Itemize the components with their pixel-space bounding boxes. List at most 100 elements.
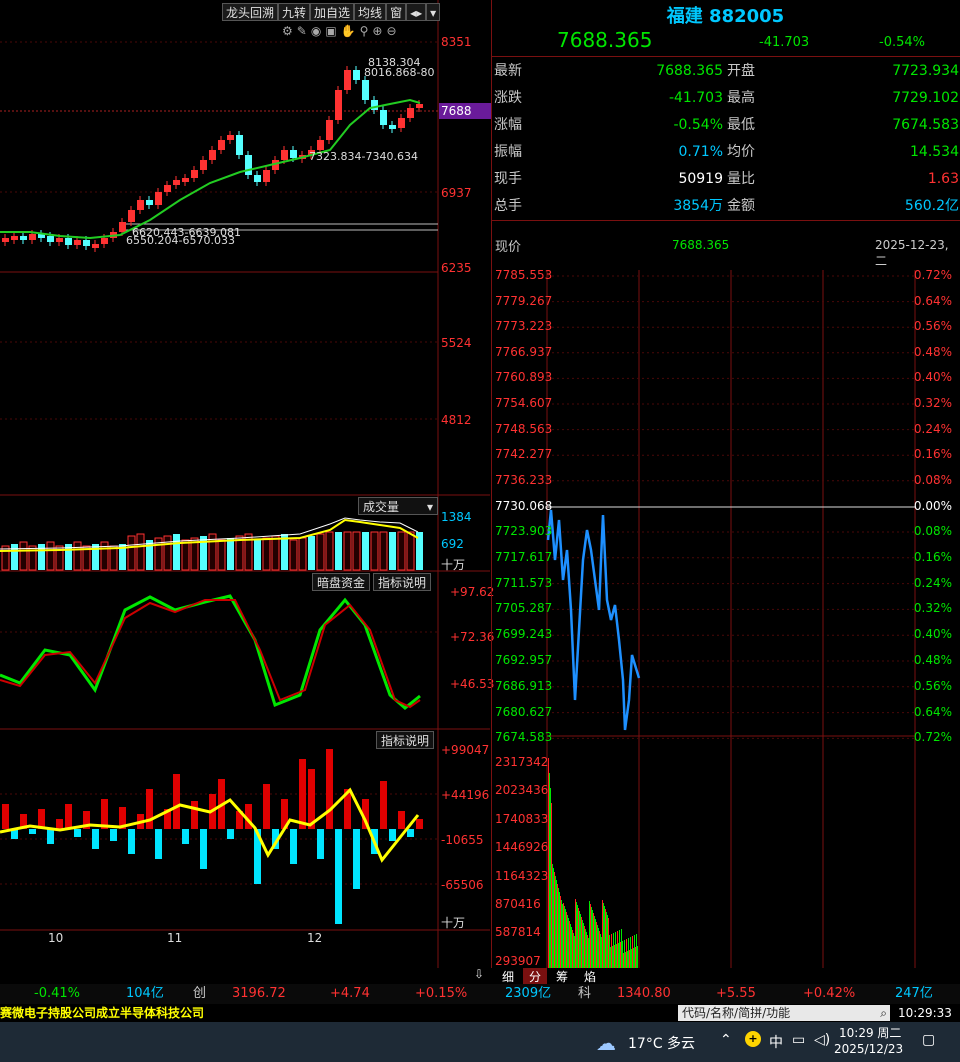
intraday-volume-bar [612, 946, 613, 968]
candle-body [227, 135, 234, 140]
search-input[interactable]: 代码/名称/简拼/功能 ⌕ [678, 1005, 890, 1021]
weather-text[interactable]: 17°C 多云 [628, 1033, 695, 1053]
pct-axis-label: 0.72% [913, 730, 952, 745]
indicator2-bar [128, 829, 135, 854]
indicator2-axis-label: +44196 [441, 788, 490, 802]
indicator2-bar [326, 749, 333, 829]
intraday-volume-bar [609, 935, 610, 968]
ime-indicator[interactable]: 中 [769, 1032, 783, 1052]
quote-value: 1.63 [927, 171, 959, 187]
draw-icon[interactable]: ✎ [297, 24, 311, 38]
intraday-volume-bar [576, 902, 577, 968]
chuang-amount: 2309亿 [505, 986, 552, 1001]
candle-body [263, 170, 270, 182]
toolbar-btn-longtou[interactable]: 龙头回溯 [222, 3, 279, 21]
chevron-up-icon[interactable]: ⌃ [720, 1032, 732, 1048]
volume-unit-label: 十万 [441, 558, 466, 572]
intraday-chart[interactable] [491, 260, 960, 968]
pct-axis-label: 0.32% [913, 601, 952, 616]
indicator2-bar [263, 784, 270, 829]
intraday-volume-bar [596, 922, 597, 968]
lock-icon[interactable]: ▣ [325, 24, 340, 38]
price-axis-label: 5524 [441, 336, 472, 350]
intraday-volume-bar [583, 923, 584, 968]
indicator2-bar [182, 829, 189, 844]
zoom-in-icon[interactable]: ⊕ [372, 24, 386, 38]
weather-icon[interactable]: ☁ [596, 1031, 616, 1055]
news-ticker[interactable]: 赛微电子持股公司成立半导体科技公司 [0, 1004, 676, 1022]
intraday-volume-bar [602, 900, 603, 968]
hand-icon[interactable]: ✋ [341, 24, 360, 38]
app-tray-icon[interactable]: + [745, 1031, 761, 1047]
quote-row: 总手 3854万 金额 560.2亿 [491, 193, 960, 219]
quote-key: 量比 [727, 171, 755, 187]
current-price-tag: 7688 [439, 103, 491, 119]
quote-key: 现手 [494, 171, 522, 187]
candle-body [65, 238, 72, 245]
intraday-volume-bar [550, 788, 551, 968]
intraday-volume-bar [570, 924, 571, 968]
speaker-icon[interactable]: ◁) [814, 1032, 830, 1048]
candle-body [380, 110, 387, 125]
candle-body [245, 155, 252, 175]
volume-bar [389, 532, 396, 570]
toolbar-arrow-icon[interactable]: ◂▸ [406, 3, 427, 21]
pct-axis-label: 0.40% [913, 627, 952, 642]
pin-icon[interactable]: ⚲ [360, 24, 373, 38]
kline-svg[interactable] [0, 0, 490, 968]
candle-body [344, 70, 351, 90]
volume-bar [316, 533, 325, 571]
eye-icon[interactable]: ◉ [311, 24, 325, 38]
volume-axis-label: 1384 [441, 510, 472, 524]
candle-body [173, 180, 180, 185]
kline-panel[interactable]: 龙头回溯 九转 加自选 均线窗 ◂▸ ▾ ⚙✎◉▣✋⚲⊕⊖ 8351 6937 6235 … [0, 0, 494, 968]
tab-chips[interactable]: 筹 [549, 968, 575, 985]
indicator1-explain-button[interactable]: 指标说明 [373, 573, 432, 591]
intraday-volume-bar [617, 931, 618, 968]
toolbar-btn-window[interactable]: 窗 [386, 3, 407, 21]
candle-body [29, 234, 36, 240]
volume-axis-label: 692 [441, 537, 464, 551]
volume-axis-label: 1740833 [495, 811, 549, 826]
indicator2-axis-label: +99047 [441, 743, 490, 757]
settings-icon[interactable]: ⚙ [282, 24, 297, 38]
intraday-volume-bar [579, 911, 580, 968]
intraday-volume-bar [620, 942, 621, 968]
indicator2-explain-button[interactable]: 指标说明 [376, 731, 435, 749]
indicator1-title[interactable]: 暗盘资金 [312, 573, 371, 591]
intraday-volume-bar [568, 918, 569, 968]
indicator2-axis-label: -65506 [441, 878, 484, 892]
taskbar-clock-date[interactable]: 2025/12/23 [834, 1042, 903, 1056]
kline-toolbar: 龙头回溯 九转 加自选 均线窗 ◂▸ ▾ [222, 3, 441, 21]
price-change: -41.703 [759, 35, 810, 50]
intraday-volume-bar [574, 936, 575, 968]
network-icon[interactable]: ▭ [792, 1032, 805, 1048]
taskbar-clock-time[interactable]: 10:29 周二 [839, 1024, 901, 1041]
volume-bar [19, 541, 28, 571]
chuang-label: 创 [193, 986, 207, 1001]
toolbar-dropdown-icon[interactable]: ▾ [426, 3, 441, 21]
toolbar-btn-ma[interactable]: 均线 [354, 3, 387, 21]
quote-value: -41.703 [668, 90, 723, 106]
pct-axis-label: 0.08% [913, 472, 952, 487]
tab-detail[interactable]: 细 [495, 968, 521, 985]
volume-bar [109, 545, 118, 571]
zoom-out-icon[interactable]: ⊖ [386, 24, 400, 38]
notification-icon[interactable]: ▢ [922, 1032, 935, 1048]
scroll-down-icon[interactable]: ⇩ [474, 967, 484, 981]
volume-axis-label: 293907 [495, 953, 541, 968]
quote-row: 振幅 0.71% 均价 14.534 [491, 139, 960, 165]
intraday-volume-bar [554, 872, 555, 968]
candle-body [398, 118, 405, 128]
chuang-pct: +0.15% [415, 986, 468, 1001]
tab-flame[interactable]: 焰 [577, 968, 603, 985]
ke-pct: +0.42% [803, 986, 856, 1001]
volume-selector[interactable]: 成交量 ▾ [358, 497, 438, 515]
quote-value: 7674.583 [892, 117, 959, 133]
price-axis-label: 7773.223 [495, 319, 553, 334]
intraday-volume-bar [622, 941, 623, 968]
intraday-volume-bar [590, 904, 591, 968]
tab-minute[interactable]: 分 [523, 968, 547, 985]
toolbar-btn-jiuzhuan[interactable]: 九转 [278, 3, 311, 21]
toolbar-btn-add-favorite[interactable]: 加自选 [310, 3, 355, 21]
